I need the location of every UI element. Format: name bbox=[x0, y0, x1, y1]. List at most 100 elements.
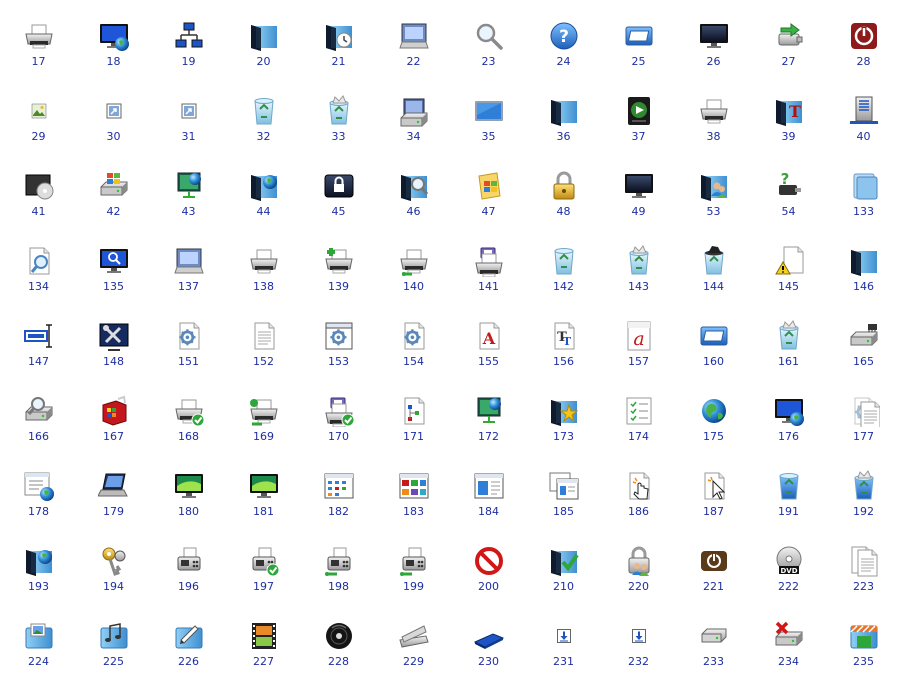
icon-tile[interactable]: ? 54 bbox=[751, 150, 826, 225]
icon-tile[interactable]: 229 bbox=[376, 600, 451, 675]
icon-tile[interactable]: 151 bbox=[151, 300, 226, 375]
icon-tile[interactable]: 32 bbox=[226, 75, 301, 150]
icon-tile[interactable]: 196 bbox=[151, 525, 226, 600]
icon-tile[interactable]: ? 24 bbox=[526, 0, 601, 75]
icon-tile[interactable]: 177 bbox=[826, 375, 901, 450]
icon-tile[interactable]: 43 bbox=[151, 150, 226, 225]
icon-tile[interactable]: T T 156 bbox=[526, 300, 601, 375]
icon-tile[interactable]: 154 bbox=[376, 300, 451, 375]
icon-tile[interactable]: 194 bbox=[76, 525, 151, 600]
icon-tile[interactable]: 165 bbox=[826, 300, 901, 375]
icon-tile[interactable]: 37 bbox=[601, 75, 676, 150]
icon-tile[interactable]: 228 bbox=[301, 600, 376, 675]
icon-tile[interactable]: 185 bbox=[526, 450, 601, 525]
icon-tile[interactable]: 38 bbox=[676, 75, 751, 150]
icon-tile[interactable]: 223 bbox=[826, 525, 901, 600]
icon-tile[interactable]: 18 bbox=[76, 0, 151, 75]
icon-tile[interactable]: 235 bbox=[826, 600, 901, 675]
icon-tile[interactable]: 192 bbox=[826, 450, 901, 525]
icon-tile[interactable]: 200 bbox=[451, 525, 526, 600]
icon-tile[interactable]: 186 bbox=[601, 450, 676, 525]
icon-tile[interactable]: A 155 bbox=[451, 300, 526, 375]
icon-tile[interactable]: 22 bbox=[376, 0, 451, 75]
icon-tile[interactable]: 53 bbox=[676, 150, 751, 225]
icon-tile[interactable]: 30 bbox=[76, 75, 151, 150]
icon-tile[interactable]: 139 bbox=[301, 225, 376, 300]
icon-tile[interactable]: T 39 bbox=[751, 75, 826, 150]
icon-tile[interactable]: 179 bbox=[76, 450, 151, 525]
icon-tile[interactable]: 233 bbox=[676, 600, 751, 675]
icon-tile[interactable]: 25 bbox=[601, 0, 676, 75]
icon-tile[interactable]: 36 bbox=[526, 75, 601, 150]
icon-tile[interactable]: 170 bbox=[301, 375, 376, 450]
icon-tile[interactable]: 160 bbox=[676, 300, 751, 375]
icon-tile[interactable]: 172 bbox=[451, 375, 526, 450]
icon-tile[interactable]: 167 bbox=[76, 375, 151, 450]
icon-tile[interactable]: 40 bbox=[826, 75, 901, 150]
icon-tile[interactable]: 199 bbox=[376, 525, 451, 600]
icon-tile[interactable]: 176 bbox=[751, 375, 826, 450]
icon-tile[interactable]: 141 bbox=[451, 225, 526, 300]
icon-tile[interactable]: 45 bbox=[301, 150, 376, 225]
icon-tile[interactable]: 198 bbox=[301, 525, 376, 600]
icon-tile[interactable]: 234 bbox=[751, 600, 826, 675]
icon-tile[interactable]: 210 bbox=[526, 525, 601, 600]
icon-tile[interactable]: 183 bbox=[376, 450, 451, 525]
icon-tile[interactable]: 143 bbox=[601, 225, 676, 300]
icon-tile[interactable]: 134 bbox=[1, 225, 76, 300]
icon-tile[interactable]: 19 bbox=[151, 0, 226, 75]
icon-tile[interactable]: 227 bbox=[226, 600, 301, 675]
icon-tile[interactable]: 135 bbox=[76, 225, 151, 300]
icon-tile[interactable]: 17 bbox=[1, 0, 76, 75]
icon-tile[interactable]: 180 bbox=[151, 450, 226, 525]
icon-tile[interactable]: 33 bbox=[301, 75, 376, 150]
icon-tile[interactable]: 182 bbox=[301, 450, 376, 525]
icon-tile[interactable]: 23 bbox=[451, 0, 526, 75]
icon-tile[interactable]: 191 bbox=[751, 450, 826, 525]
icon-tile[interactable]: 29 bbox=[1, 75, 76, 150]
icon-tile[interactable]: 197 bbox=[226, 525, 301, 600]
icon-tile[interactable]: 169 bbox=[226, 375, 301, 450]
icon-tile[interactable]: 34 bbox=[376, 75, 451, 150]
icon-tile[interactable]: 173 bbox=[526, 375, 601, 450]
icon-tile[interactable]: 31 bbox=[151, 75, 226, 150]
icon-tile[interactable]: DVD 222 bbox=[751, 525, 826, 600]
icon-tile[interactable]: 178 bbox=[1, 450, 76, 525]
icon-tile[interactable]: 28 bbox=[826, 0, 901, 75]
icon-tile[interactable]: 230 bbox=[451, 600, 526, 675]
icon-tile[interactable]: 152 bbox=[226, 300, 301, 375]
icon-tile[interactable]: 27 bbox=[751, 0, 826, 75]
icon-tile[interactable]: 137 bbox=[151, 225, 226, 300]
icon-tile[interactable]: 138 bbox=[226, 225, 301, 300]
icon-tile[interactable]: 47 bbox=[451, 150, 526, 225]
icon-tile[interactable]: 175 bbox=[676, 375, 751, 450]
icon-tile[interactable]: 174 bbox=[601, 375, 676, 450]
icon-tile[interactable]: 42 bbox=[76, 150, 151, 225]
icon-tile[interactable]: 171 bbox=[376, 375, 451, 450]
icon-tile[interactable]: 221 bbox=[676, 525, 751, 600]
icon-tile[interactable]: 148 bbox=[76, 300, 151, 375]
icon-tile[interactable]: 21 bbox=[301, 0, 376, 75]
icon-tile[interactable]: 193 bbox=[1, 525, 76, 600]
icon-tile[interactable]: 140 bbox=[376, 225, 451, 300]
icon-tile[interactable]: 220 bbox=[601, 525, 676, 600]
icon-tile[interactable]: 168 bbox=[151, 375, 226, 450]
icon-tile[interactable]: 226 bbox=[151, 600, 226, 675]
icon-tile[interactable]: 187 bbox=[676, 450, 751, 525]
icon-tile[interactable]: 41 bbox=[1, 150, 76, 225]
icon-tile[interactable]: 26 bbox=[676, 0, 751, 75]
icon-tile[interactable]: a 157 bbox=[601, 300, 676, 375]
icon-tile[interactable]: 184 bbox=[451, 450, 526, 525]
icon-tile[interactable]: 181 bbox=[226, 450, 301, 525]
icon-tile[interactable]: 153 bbox=[301, 300, 376, 375]
icon-tile[interactable]: 48 bbox=[526, 150, 601, 225]
icon-tile[interactable]: 161 bbox=[751, 300, 826, 375]
icon-tile[interactable]: 225 bbox=[76, 600, 151, 675]
icon-tile[interactable]: 35 bbox=[451, 75, 526, 150]
icon-tile[interactable]: 232 bbox=[601, 600, 676, 675]
icon-tile[interactable]: 20 bbox=[226, 0, 301, 75]
icon-tile[interactable]: 142 bbox=[526, 225, 601, 300]
icon-tile[interactable]: 144 bbox=[676, 225, 751, 300]
icon-tile[interactable]: 224 bbox=[1, 600, 76, 675]
icon-tile[interactable]: 46 bbox=[376, 150, 451, 225]
